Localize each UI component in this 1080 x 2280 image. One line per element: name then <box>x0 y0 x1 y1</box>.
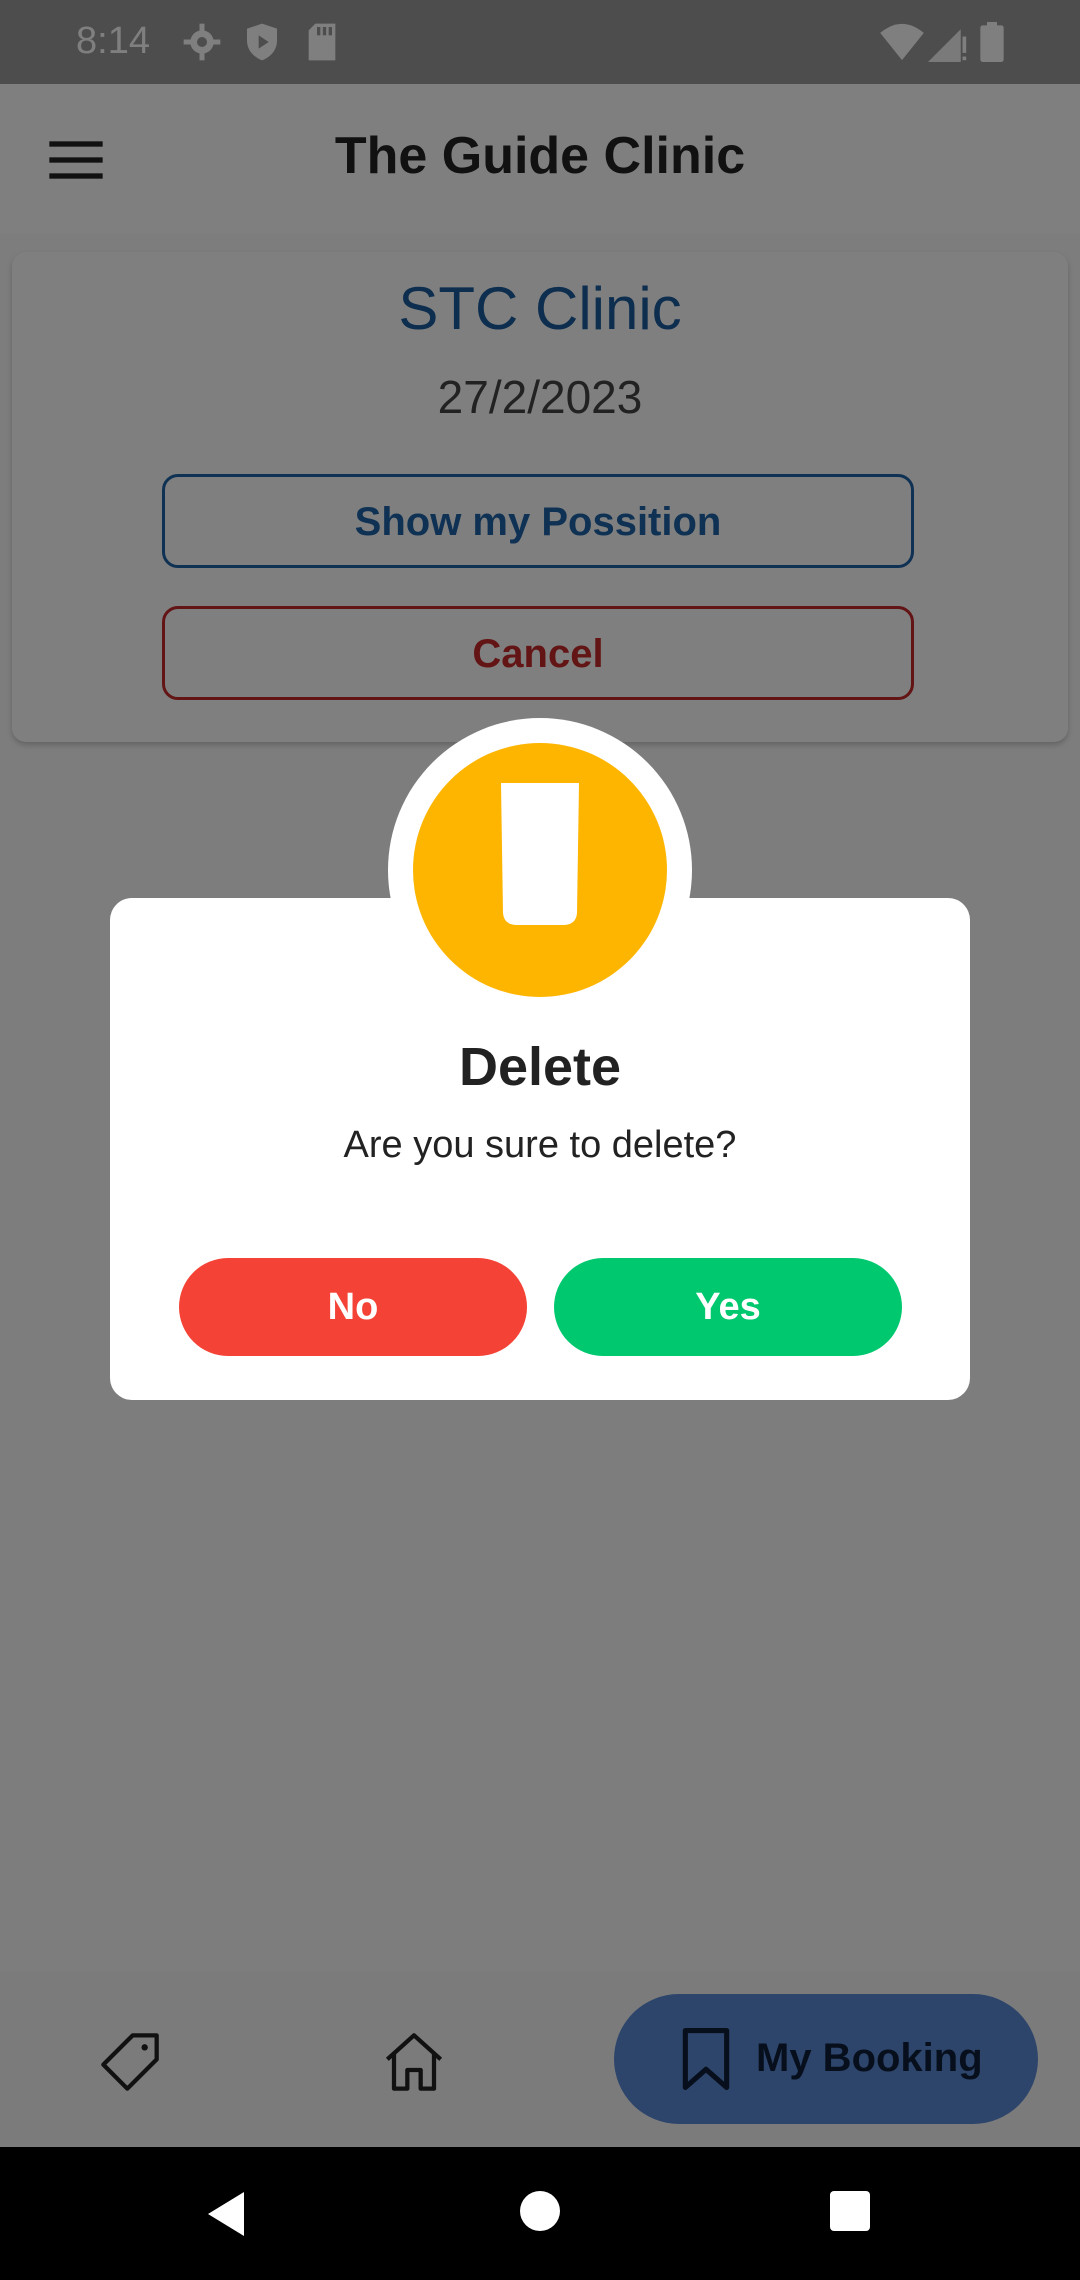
cup-icon <box>501 783 579 925</box>
no-button[interactable]: No <box>179 1258 527 1356</box>
dialog-badge <box>413 743 667 997</box>
recents-icon[interactable] <box>828 2189 872 2233</box>
yes-button[interactable]: Yes <box>554 1258 902 1356</box>
dialog-message: Are you sure to delete? <box>343 1124 737 1166</box>
system-nav-bar <box>0 2147 1080 2280</box>
screen: 8:14 The Guide Clinic STC <box>0 0 1080 2280</box>
dialog-title: Delete <box>458 1037 622 1097</box>
home-nav-icon[interactable] <box>518 2189 562 2233</box>
back-icon[interactable] <box>204 2189 248 2239</box>
